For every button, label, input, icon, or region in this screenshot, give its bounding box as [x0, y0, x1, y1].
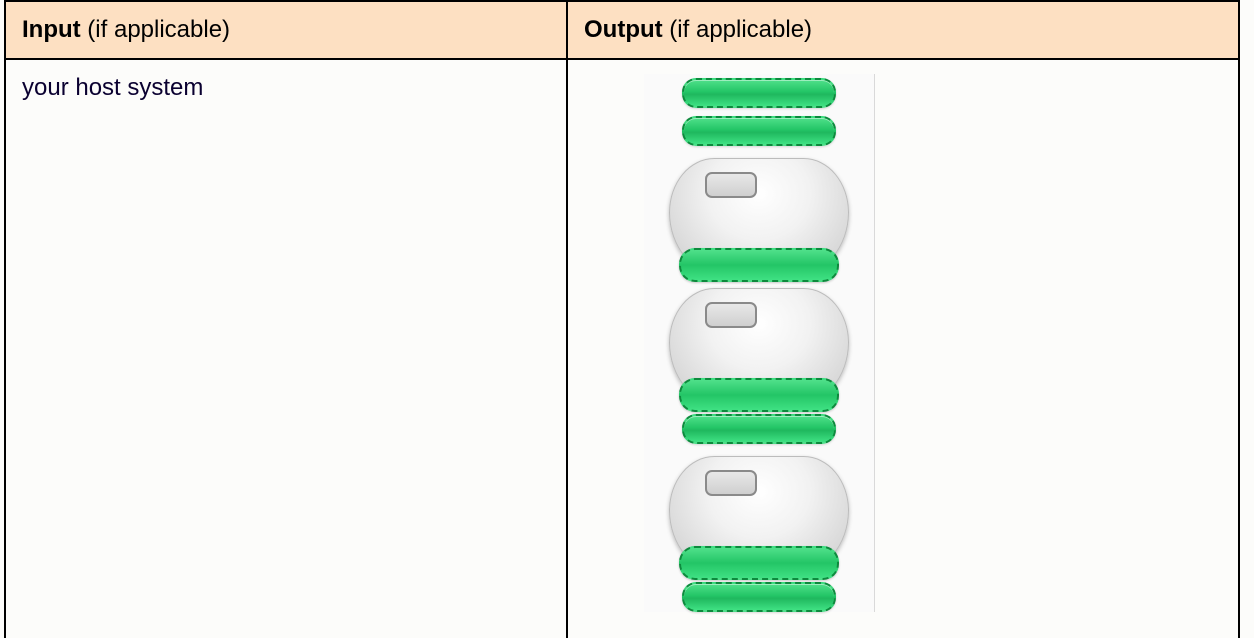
output-header-bold: Output: [584, 16, 663, 43]
input-header: Input (if applicable): [5, 1, 567, 59]
diagram-mouse: [669, 288, 849, 406]
output-cell: [567, 59, 1239, 638]
mouse-left-button: [705, 302, 757, 328]
diagram-pill: [682, 116, 836, 146]
mouse-base-bar: [679, 248, 839, 282]
mouse-left-button: [705, 172, 757, 198]
diagram-mouse: [669, 158, 849, 276]
mouse-base-bar: [679, 378, 839, 412]
output-header-rest: (if applicable): [663, 16, 812, 43]
output-header: Output (if applicable): [567, 1, 1239, 59]
input-header-bold: Input: [22, 16, 81, 43]
input-cell: your host system: [5, 59, 567, 638]
io-table: Input (if applicable) Output (if applica…: [4, 0, 1240, 638]
diagram-pill: [682, 414, 836, 444]
mouse-base-bar: [679, 546, 839, 580]
mouse-left-button: [705, 470, 757, 496]
diagram-mouse: [669, 456, 849, 574]
output-diagram: [644, 74, 875, 612]
input-header-rest: (if applicable): [81, 16, 230, 43]
input-text: your host system: [22, 74, 203, 101]
diagram-pill: [682, 582, 836, 612]
diagram-pill: [682, 78, 836, 108]
